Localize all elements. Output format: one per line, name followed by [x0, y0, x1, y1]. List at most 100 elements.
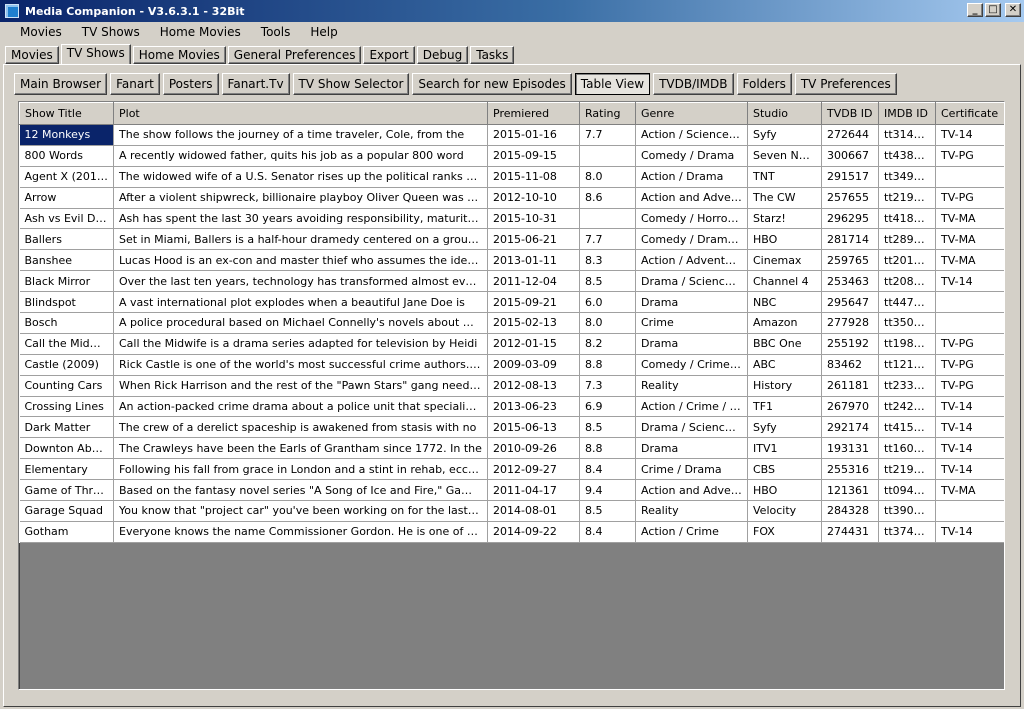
- tab-tasks[interactable]: Tasks: [470, 46, 515, 64]
- cell-certificate[interactable]: TV-PG: [935, 354, 1004, 376]
- cell-tvdb-id[interactable]: 300667: [821, 145, 879, 167]
- cell-studio[interactable]: HBO: [747, 228, 822, 251]
- cell-tvdb-id[interactable]: 193131: [821, 437, 879, 460]
- cell-show-title[interactable]: Dark Matter: [19, 416, 114, 439]
- cell-plot[interactable]: Based on the fantasy novel series "A Son…: [113, 479, 488, 502]
- cell-show-title[interactable]: Agent X (2015): [19, 166, 114, 188]
- cell-rating[interactable]: 6.9: [579, 396, 636, 418]
- menu-movies[interactable]: Movies: [10, 23, 72, 41]
- cell-rating[interactable]: 8.5: [579, 500, 636, 522]
- cell-premiered[interactable]: 2012-10-10: [487, 187, 580, 209]
- cell-imdb-id[interactable]: tt31482...: [878, 124, 936, 146]
- cell-premiered[interactable]: 2011-04-17: [487, 479, 580, 502]
- tab-general-preferences[interactable]: General Preferences: [227, 46, 362, 64]
- cell-imdb-id[interactable]: tt20171...: [878, 249, 936, 272]
- cell-show-title[interactable]: Arrow: [19, 187, 114, 209]
- cell-studio[interactable]: NBC: [747, 291, 822, 314]
- cell-tvdb-id[interactable]: 257655: [821, 187, 879, 209]
- cell-studio[interactable]: The CW: [747, 187, 822, 209]
- cell-premiered[interactable]: 2012-09-27: [487, 458, 580, 481]
- cell-certificate[interactable]: TV-MA: [935, 249, 1004, 272]
- cell-tvdb-id[interactable]: 261181: [821, 375, 879, 397]
- cell-imdb-id[interactable]: tt09449...: [878, 479, 936, 502]
- cell-certificate[interactable]: TV-14: [935, 521, 1004, 543]
- cell-show-title[interactable]: Elementary: [19, 458, 114, 481]
- cell-rating[interactable]: [579, 208, 636, 230]
- cell-tvdb-id[interactable]: 267970: [821, 396, 879, 418]
- cell-genre[interactable]: Action / Adventure ...: [635, 249, 748, 272]
- cell-certificate[interactable]: TV-PG: [935, 145, 1004, 167]
- cell-imdb-id[interactable]: tt21930...: [878, 187, 936, 209]
- cell-premiered[interactable]: 2015-09-15: [487, 145, 580, 167]
- cell-plot[interactable]: After a violent shipwreck, billionaire p…: [113, 187, 488, 209]
- menu-tools[interactable]: Tools: [251, 23, 301, 41]
- cell-premiered[interactable]: 2015-06-13: [487, 416, 580, 439]
- cell-studio[interactable]: Seven Net...: [747, 145, 822, 167]
- column-header-show-title[interactable]: Show Title: [19, 102, 114, 125]
- table-row[interactable]: Black Mirror Over the last ten years, tec…: [19, 270, 1004, 293]
- cell-certificate[interactable]: TV-14: [935, 437, 1004, 460]
- cell-genre[interactable]: Action / Science-Fi...: [635, 124, 748, 146]
- cell-studio[interactable]: Starz!: [747, 208, 822, 230]
- cell-plot[interactable]: Over the last ten years, technology has …: [113, 270, 488, 293]
- table-row[interactable]: Call the Midwife Call the Midwife is a dr…: [19, 333, 1004, 355]
- cell-show-title[interactable]: Garage Squad: [19, 500, 114, 522]
- cell-plot[interactable]: When Rick Harrison and the rest of the "…: [113, 375, 488, 397]
- tab-movies[interactable]: Movies: [5, 46, 59, 64]
- cell-show-title[interactable]: Counting Cars: [19, 375, 114, 397]
- cell-imdb-id[interactable]: tt28915...: [878, 228, 936, 251]
- menu-help[interactable]: Help: [300, 23, 347, 41]
- cell-premiered[interactable]: 2014-09-22: [487, 521, 580, 543]
- cell-plot[interactable]: The Crawleys have been the Earls of Gran…: [113, 437, 488, 460]
- cell-certificate[interactable]: TV-14: [935, 396, 1004, 418]
- subtab-main-browser[interactable]: Main Browser: [14, 73, 108, 95]
- cell-plot[interactable]: Call the Midwife is a drama series adapt…: [113, 333, 488, 355]
- cell-imdb-id[interactable]: tt41590...: [878, 416, 936, 439]
- cell-tvdb-id[interactable]: 259765: [821, 249, 879, 272]
- cell-tvdb-id[interactable]: 277928: [821, 312, 879, 334]
- cell-studio[interactable]: ITV1: [747, 437, 822, 460]
- cell-plot[interactable]: Ash has spent the last 30 years avoiding…: [113, 208, 488, 230]
- title-bar[interactable]: Media Companion - V3.6.3.1 - 32Bit _ □ ✕: [0, 0, 1024, 22]
- cell-studio[interactable]: CBS: [747, 458, 822, 481]
- table-row[interactable]: Game of Thron... Based on the fantasy nov…: [19, 479, 1004, 502]
- cell-show-title[interactable]: Black Mirror: [19, 270, 114, 293]
- cell-rating[interactable]: 8.0: [579, 312, 636, 334]
- tab-export[interactable]: Export: [363, 46, 415, 64]
- cell-imdb-id[interactable]: tt39008...: [878, 500, 936, 522]
- cell-genre[interactable]: Action / Crime: [635, 521, 748, 543]
- cell-imdb-id[interactable]: tt43803...: [878, 145, 936, 167]
- cell-genre[interactable]: Drama: [635, 333, 748, 355]
- table-row[interactable]: Agent X (2015) The widowed wife of a U.S.…: [19, 166, 1004, 188]
- table-row[interactable]: Banshee Lucas Hood is an ex-con and maste…: [19, 249, 1004, 272]
- column-header-certificate[interactable]: Certificate: [935, 102, 1004, 125]
- cell-plot[interactable]: Rick Castle is one of the world's most s…: [113, 354, 488, 376]
- cell-premiered[interactable]: 2012-01-15: [487, 333, 580, 355]
- cell-certificate[interactable]: TV-MA: [935, 208, 1004, 230]
- cell-tvdb-id[interactable]: 121361: [821, 479, 879, 502]
- cell-tvdb-id[interactable]: 255192: [821, 333, 879, 355]
- cell-plot[interactable]: You know that "project car" you've been …: [113, 500, 488, 522]
- cell-genre[interactable]: Comedy / Drama / ...: [635, 228, 748, 251]
- cell-genre[interactable]: Reality: [635, 375, 748, 397]
- cell-studio[interactable]: ABC: [747, 354, 822, 376]
- cell-studio[interactable]: TF1: [747, 396, 822, 418]
- cell-premiered[interactable]: 2009-03-09: [487, 354, 580, 376]
- cell-plot[interactable]: A vast international plot explodes when …: [113, 291, 488, 314]
- menu-home-movies[interactable]: Home Movies: [150, 23, 251, 41]
- cell-premiered[interactable]: 2010-09-26: [487, 437, 580, 460]
- cell-studio[interactable]: Cinemax: [747, 249, 822, 272]
- cell-imdb-id[interactable]: tt44743...: [878, 291, 936, 314]
- column-header-studio[interactable]: Studio: [747, 102, 822, 125]
- cell-genre[interactable]: Comedy / Horror / ...: [635, 208, 748, 230]
- cell-studio[interactable]: Amazon: [747, 312, 822, 334]
- cell-genre[interactable]: Drama: [635, 291, 748, 314]
- table-row[interactable]: Garage Squad You know that "project car" …: [19, 500, 1004, 522]
- cell-premiered[interactable]: 2015-01-16: [487, 124, 580, 146]
- cell-certificate[interactable]: TV-MA: [935, 479, 1004, 502]
- cell-certificate[interactable]: TV-MA: [935, 228, 1004, 251]
- cell-genre[interactable]: Comedy / Drama: [635, 145, 748, 167]
- cell-plot[interactable]: A recently widowed father, quits his job…: [113, 145, 488, 167]
- cell-rating[interactable]: 8.8: [579, 437, 636, 460]
- cell-rating[interactable]: 8.5: [579, 270, 636, 293]
